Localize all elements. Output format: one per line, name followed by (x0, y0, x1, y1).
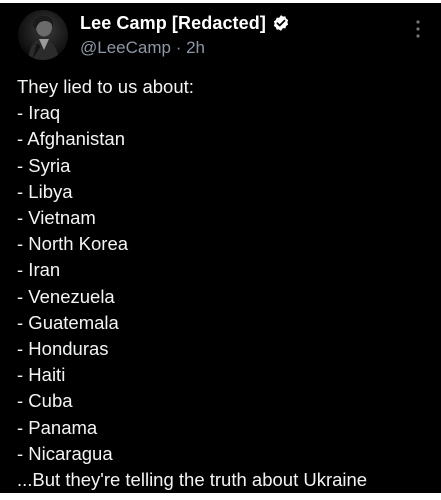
handle-row: @LeeCamp · 2h (80, 38, 400, 58)
tweet-text-line: - Syria (17, 154, 71, 176)
tweet-text-line: - Libya (17, 180, 73, 202)
display-name[interactable]: Lee Camp [Redacted] (80, 13, 266, 34)
tweet-text-line: - North Korea (17, 233, 129, 255)
name-row: Lee Camp [Redacted] (80, 10, 400, 36)
tweet-text: They lied to us about: - Iraq - Afghanis… (17, 74, 427, 493)
tweet-text-line: - Nicaragua (17, 442, 113, 464)
tweet-text-line: - Guatemala (17, 311, 119, 333)
tweet-header: Lee Camp [Redacted] @LeeCamp · 2h (18, 10, 423, 62)
more-vertical-icon[interactable] (413, 18, 423, 40)
tweet-text-line: - Venezuela (17, 285, 115, 307)
verified-badge-icon (272, 14, 290, 32)
avatar[interactable] (18, 10, 68, 60)
tweet-author: Lee Camp [Redacted] @LeeCamp · 2h (80, 10, 400, 58)
tweet-text-line: - Panama (17, 416, 98, 438)
tweet-text-line: They lied to us about: (17, 76, 194, 97)
tweet-text-line: - Honduras (17, 338, 109, 360)
avatar-portrait-icon (28, 15, 59, 60)
user-handle[interactable]: @LeeCamp (80, 38, 171, 57)
tweet-text-line: - Afghanistan (17, 128, 125, 150)
tweet-card[interactable]: Lee Camp [Redacted] @LeeCamp · 2h They l… (0, 0, 441, 500)
tweet-text-line: ...But they're telling the truth about U… (17, 469, 368, 491)
tweet-text-line: - Haiti (17, 364, 66, 386)
tweet-text-line: - Iraq (17, 102, 61, 124)
tweet-text-line: - Vietnam (17, 207, 96, 229)
handle-separator: · (170, 38, 187, 57)
tweet-text-line: - Cuba (17, 390, 73, 412)
tweet-timestamp[interactable]: 2h (186, 38, 205, 57)
tweet-text-line: - Iran (17, 259, 61, 281)
